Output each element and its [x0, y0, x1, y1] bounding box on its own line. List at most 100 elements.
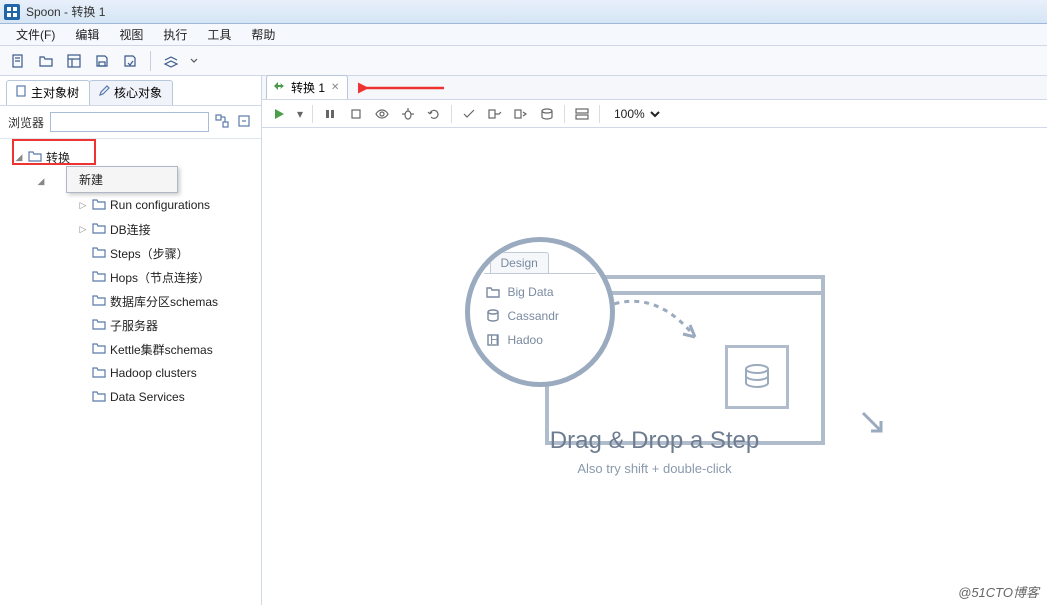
menu-bar: 文件(F) 编辑 视图 执行 工具 帮助: [0, 24, 1047, 46]
tree-item-label: Hadoop clusters: [110, 366, 197, 380]
side-tab-label: 主对象树: [31, 84, 79, 101]
tree-collapse-icon[interactable]: [237, 114, 253, 130]
tree-item-label: Kettle集群schemas: [110, 341, 213, 358]
hint-subtitle: Also try shift + double-click: [465, 461, 845, 476]
hint-drop-arrow-icon: [859, 409, 889, 439]
folder-icon: [92, 246, 106, 261]
tree-item-label: Steps（步骤）: [110, 245, 189, 262]
hint-source-circle: Design Big Data Cassandr H: [465, 237, 615, 387]
tree-item[interactable]: Data Services: [4, 385, 257, 409]
tree-item-label: DB连接: [110, 221, 151, 238]
context-menu-new[interactable]: 新建: [67, 167, 177, 192]
side-tab-core-objects[interactable]: 核心对象: [89, 80, 173, 105]
chevron-right-icon[interactable]: ▷: [78, 224, 88, 235]
context-menu: 新建: [66, 166, 178, 193]
chevron-down-icon[interactable]: ◢: [36, 176, 46, 187]
page-icon: [15, 85, 27, 100]
tree-item[interactable]: Kettle集群schemas: [4, 337, 257, 361]
debug-icon[interactable]: [399, 105, 417, 123]
tree-item[interactable]: ▷ Run configurations: [4, 193, 257, 217]
watermark-text: @51CTO博客: [958, 582, 1039, 601]
save-as-icon[interactable]: [120, 51, 140, 71]
separator: [599, 105, 600, 123]
dropdown-chevron-icon[interactable]: [189, 51, 199, 71]
editor-canvas[interactable]: Design Big Data Cassandr H: [262, 128, 1047, 605]
hint-row-hadoop: H Hadoo: [484, 328, 596, 352]
tree-item[interactable]: Hadoop clusters: [4, 361, 257, 385]
hint-title: Drag & Drop a Step: [465, 427, 845, 455]
window-title: Spoon - 转换 1: [26, 3, 105, 20]
browser-row: 浏览器: [0, 106, 261, 139]
separator: [451, 105, 452, 123]
app-icon: [4, 4, 20, 20]
side-panel: 主对象树 核心对象 浏览器 ◢ 转换 ◢ ▷Run configurati: [0, 76, 262, 605]
menu-edit[interactable]: 编辑: [65, 24, 109, 45]
transform-tab-icon: [273, 80, 285, 95]
folder-icon: [92, 198, 106, 213]
drag-drop-hint: Design Big Data Cassandr H: [465, 237, 845, 497]
tree-item[interactable]: ▷ DB连接: [4, 217, 257, 241]
menu-help[interactable]: 帮助: [241, 24, 285, 45]
zoom-select[interactable]: 100%: [608, 104, 663, 124]
hint-step-box: [725, 345, 789, 409]
editor-area: 转换 1 ✕ ▾ 100%: [262, 76, 1047, 605]
main-toolbar: [0, 46, 1047, 76]
side-tab-label: 核心对象: [114, 84, 162, 101]
svg-text:H: H: [490, 333, 499, 347]
save-icon[interactable]: [92, 51, 112, 71]
analyze-icon[interactable]: [486, 105, 504, 123]
workspace: 主对象树 核心对象 浏览器 ◢ 转换 ◢ ▷Run configurati: [0, 76, 1047, 605]
menu-run[interactable]: 执行: [153, 24, 197, 45]
side-tabs: 主对象树 核心对象: [0, 76, 261, 106]
menu-tools[interactable]: 工具: [197, 24, 241, 45]
hint-row-bigdata: Big Data: [484, 280, 596, 304]
separator: [564, 105, 565, 123]
editor-toolbar: ▾ 100%: [262, 100, 1047, 128]
tree-root-label: 转换: [46, 149, 70, 166]
tree-item[interactable]: Hops（节点连接）: [4, 265, 257, 289]
explore-db-icon[interactable]: [538, 105, 556, 123]
annotation-arrow: [358, 82, 448, 100]
editor-tab-label: 转换 1: [291, 79, 325, 96]
verify-icon[interactable]: [460, 105, 478, 123]
preview-icon[interactable]: [373, 105, 391, 123]
tree-expand-icon[interactable]: [215, 114, 231, 130]
tree-item-label: 数据库分区schemas: [110, 293, 218, 310]
menu-file[interactable]: 文件(F): [6, 24, 65, 45]
folder-icon: [92, 270, 106, 285]
close-tab-icon[interactable]: ✕: [331, 82, 339, 93]
show-results-icon[interactable]: [573, 105, 591, 123]
chevron-right-icon[interactable]: ▷: [78, 200, 88, 211]
tree-item-label: Data Services: [110, 390, 185, 404]
browser-label: 浏览器: [8, 114, 44, 131]
tree-item[interactable]: 数据库分区schemas: [4, 289, 257, 313]
chevron-down-icon[interactable]: ◢: [14, 152, 24, 163]
folder-icon: [92, 222, 106, 237]
object-tree: ◢ 转换 ◢ ▷ Run configurations ▷ DB连接 Steps（步骤）…: [0, 139, 261, 605]
browser-input[interactable]: [50, 112, 209, 132]
editor-tab[interactable]: 转换 1 ✕: [266, 75, 348, 99]
run-options-chevron-icon[interactable]: ▾: [296, 105, 304, 123]
tree-item[interactable]: 子服务器: [4, 313, 257, 337]
stop-icon[interactable]: [347, 105, 365, 123]
new-file-icon[interactable]: [8, 51, 28, 71]
pause-icon[interactable]: [321, 105, 339, 123]
get-sql-icon[interactable]: [512, 105, 530, 123]
run-icon[interactable]: [270, 105, 288, 123]
side-tab-main-tree[interactable]: 主对象树: [6, 80, 90, 105]
folder-icon: [92, 366, 106, 381]
perspective-icon[interactable]: [161, 51, 181, 71]
tree-item-label: Run configurations: [110, 198, 210, 212]
pencil-icon: [98, 85, 110, 100]
hint-design-tab: Design: [490, 252, 549, 274]
tree-item-label: Hops（节点连接）: [110, 269, 210, 286]
open-folder-icon[interactable]: [36, 51, 56, 71]
title-bar: Spoon - 转换 1: [0, 0, 1047, 24]
menu-view[interactable]: 视图: [109, 24, 153, 45]
replay-icon[interactable]: [425, 105, 443, 123]
explore-icon[interactable]: [64, 51, 84, 71]
hint-row-cassandra: Cassandr: [484, 304, 596, 328]
tree-item-label: 子服务器: [110, 317, 158, 334]
tree-item[interactable]: Steps（步骤）: [4, 241, 257, 265]
folder-icon: [92, 342, 106, 357]
